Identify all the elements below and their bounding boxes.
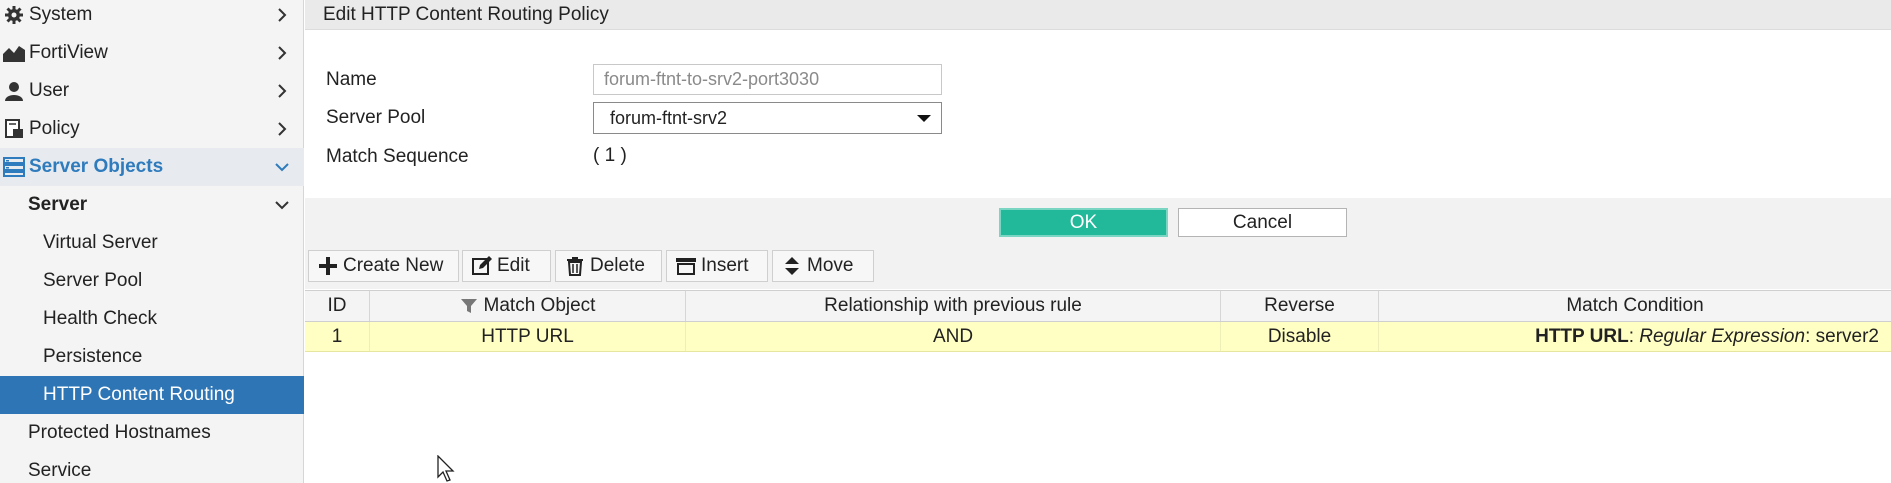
caret-down-icon (917, 115, 931, 122)
edit-label: Edit (497, 255, 530, 276)
chevron-right-icon (278, 84, 287, 98)
cell-match-condition: HTTP URL: Regular Expression: server2 (1379, 322, 1891, 351)
sidebar-item-http-content-routing[interactable]: HTTP Content Routing (0, 376, 304, 414)
server-icon (3, 156, 25, 178)
match-sequence-value: ( 1 ) (593, 145, 627, 166)
sidebar-item-label: System (29, 4, 93, 25)
table-header: ID Match Object Relationship with previo… (305, 290, 1891, 322)
gear-icon (3, 4, 25, 26)
insert-icon (675, 255, 697, 277)
condition-value: server2 (1815, 325, 1879, 347)
chevron-right-icon (278, 46, 287, 60)
cell-id: 1 (305, 322, 370, 351)
create-new-label: Create New (343, 255, 444, 276)
sidebar-item-label: Persistence (43, 346, 143, 367)
delete-button[interactable]: Delete (555, 250, 662, 282)
condition-separator: : (1628, 325, 1640, 347)
server-pool-select[interactable]: forum-ftnt-srv2 (593, 102, 942, 134)
sidebar-item-label: Service (28, 460, 92, 481)
chart-icon (3, 42, 25, 64)
sidebar: System FortiView User Policy Server Obje… (0, 0, 304, 483)
sidebar-item-label: HTTP Content Routing (43, 384, 235, 405)
policy-icon (3, 118, 25, 140)
chevron-right-icon (278, 122, 287, 136)
page-title: Edit HTTP Content Routing Policy (323, 3, 609, 25)
sidebar-item-virtual-server[interactable]: Virtual Server (0, 224, 304, 262)
sidebar-item-server[interactable]: Server (0, 186, 304, 224)
column-header-relationship[interactable]: Relationship with previous rule (686, 291, 1221, 321)
table-row[interactable]: 1 HTTP URL AND Disable HTTP URL: Regular… (305, 322, 1891, 352)
sidebar-item-server-pool[interactable]: Server Pool (0, 262, 304, 300)
sort-arrows-icon (781, 255, 803, 277)
sidebar-item-label: FortiView (29, 42, 108, 63)
insert-label: Insert (701, 255, 749, 276)
chevron-down-icon (275, 163, 289, 172)
condition-object: HTTP URL (1535, 325, 1629, 347)
move-button[interactable]: Move (772, 250, 874, 282)
column-header-reverse[interactable]: Reverse (1221, 291, 1379, 321)
server-pool-selected-value: forum-ftnt-srv2 (610, 107, 728, 128)
sidebar-item-label: Protected Hostnames (28, 422, 211, 443)
name-field[interactable]: forum-ftnt-to-srv2-port3030 (593, 64, 942, 95)
sidebar-item-label: User (29, 80, 70, 101)
page-title-bar: Edit HTTP Content Routing Policy (305, 0, 1891, 30)
plus-icon (317, 255, 339, 277)
sidebar-item-label: Virtual Server (43, 232, 158, 253)
edit-button[interactable]: Edit (462, 250, 551, 282)
mouse-cursor-icon (437, 455, 455, 482)
server-pool-label: Server Pool (326, 107, 426, 128)
sidebar-item-system[interactable]: System (0, 0, 304, 34)
sidebar-item-service[interactable]: Service (0, 452, 304, 483)
condition-separator: : (1805, 325, 1816, 347)
name-label: Name (326, 69, 377, 90)
sidebar-item-label: Server Objects (29, 156, 164, 177)
sidebar-item-label: Server (28, 194, 88, 215)
sidebar-item-user[interactable]: User (0, 72, 304, 110)
column-header-match-condition[interactable]: Match Condition (1379, 291, 1891, 321)
sidebar-item-persistence[interactable]: Persistence (0, 338, 304, 376)
user-icon (3, 80, 25, 102)
chevron-down-icon (275, 201, 289, 210)
cell-reverse: Disable (1221, 322, 1379, 351)
sidebar-item-fortiview[interactable]: FortiView (0, 34, 304, 72)
move-label: Move (807, 255, 854, 276)
sidebar-item-label: Health Check (43, 308, 158, 329)
delete-label: Delete (590, 255, 645, 276)
cell-match-object: HTTP URL (370, 322, 686, 351)
insert-button[interactable]: Insert (666, 250, 768, 282)
filter-icon[interactable] (460, 297, 478, 315)
cell-relationship: AND (686, 322, 1221, 351)
chevron-right-icon (278, 8, 287, 22)
sidebar-item-health-check[interactable]: Health Check (0, 300, 304, 338)
trash-icon (564, 255, 586, 277)
sidebar-item-label: Server Pool (43, 270, 143, 291)
column-header-label: Match Object (483, 295, 596, 316)
sidebar-item-server-objects[interactable]: Server Objects (0, 148, 304, 186)
ok-button[interactable]: OK (999, 208, 1168, 237)
sidebar-item-policy[interactable]: Policy (0, 110, 304, 148)
sidebar-item-label: Policy (29, 118, 80, 139)
edit-icon (471, 255, 493, 277)
column-header-id[interactable]: ID (305, 291, 370, 321)
cancel-button[interactable]: Cancel (1178, 208, 1347, 237)
column-header-match-object[interactable]: Match Object (370, 291, 686, 321)
create-new-button[interactable]: Create New (308, 250, 459, 282)
sidebar-item-protected-hostnames[interactable]: Protected Hostnames (0, 414, 304, 452)
condition-type: Regular Expression (1639, 325, 1806, 347)
match-sequence-label: Match Sequence (326, 146, 469, 167)
main-panel: Edit HTTP Content Routing Policy Name fo… (305, 0, 1891, 483)
